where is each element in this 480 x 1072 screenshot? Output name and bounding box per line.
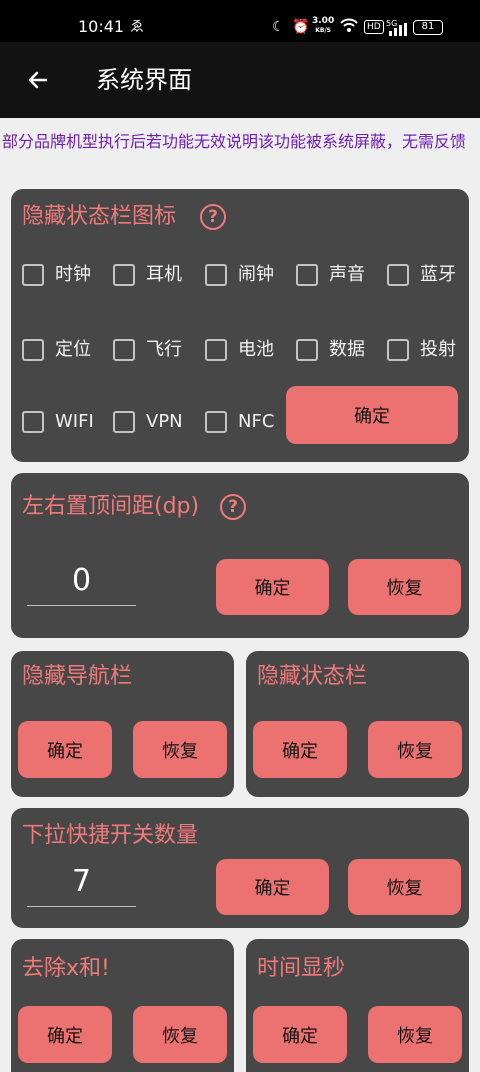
help-icon[interactable]: ? bbox=[220, 494, 246, 520]
checkbox-box[interactable] bbox=[296, 264, 318, 286]
confirm-button[interactable]: 确定 bbox=[216, 859, 329, 915]
moon-icon: ☾ bbox=[272, 19, 285, 35]
checkbox-bluetooth[interactable]: 蓝牙 bbox=[387, 262, 456, 288]
checkbox-data[interactable]: 数据 bbox=[296, 337, 365, 363]
checkbox-box[interactable] bbox=[113, 411, 135, 433]
margin-input[interactable]: 0 bbox=[27, 561, 136, 601]
arrow-left-icon[interactable] bbox=[22, 64, 54, 96]
hide-statusbar-card: 隐藏状态栏 确定 恢复 bbox=[246, 651, 469, 797]
checkbox-box[interactable] bbox=[113, 264, 135, 286]
status-time: 10:41 bbox=[78, 17, 125, 36]
notice-text: 部分品牌机型执行后若功能无效说明该功能被系统屏蔽，无需反馈 bbox=[2, 132, 467, 151]
restore-button[interactable]: 恢复 bbox=[348, 559, 461, 615]
checkbox-box[interactable] bbox=[296, 339, 318, 361]
status-bar: 10:41 ゑ ☾ ⏰ 3.00 KB/S HD 5G 81 bbox=[0, 0, 480, 42]
checkbox-clock[interactable]: 时钟 bbox=[22, 262, 91, 288]
battery-indicator: 81 bbox=[413, 20, 443, 35]
checkbox-location[interactable]: 定位 bbox=[22, 337, 91, 363]
checkbox-headset[interactable]: 耳机 bbox=[113, 262, 182, 288]
confirm-button[interactable]: 确定 bbox=[253, 721, 347, 778]
checkbox-box[interactable] bbox=[387, 339, 409, 361]
quick-count-input[interactable]: 7 bbox=[27, 862, 136, 902]
confirm-button[interactable]: 确定 bbox=[253, 1006, 347, 1063]
top-margin-card: 左右置顶间距(dp) ? 0 确定 恢复 bbox=[11, 473, 469, 638]
app-toolbar: 系统界面 bbox=[0, 42, 480, 118]
checkbox-box[interactable] bbox=[113, 339, 135, 361]
page-title: 系统界面 bbox=[96, 66, 192, 94]
checkbox-sound[interactable]: 声音 bbox=[296, 262, 365, 288]
card-title: 左右置顶间距(dp) bbox=[22, 494, 200, 519]
hd-icon: HD bbox=[364, 20, 384, 34]
card-title: 隐藏导航栏 bbox=[22, 664, 133, 689]
restore-button[interactable]: 恢复 bbox=[368, 1006, 462, 1063]
show-seconds-card: 时间显秒 确定 恢复 bbox=[246, 939, 469, 1072]
checkbox-airplane[interactable]: 飞行 bbox=[113, 337, 182, 363]
alarm-icon: ⏰ bbox=[292, 19, 310, 35]
checkbox-box[interactable] bbox=[22, 264, 44, 286]
card-title: 下拉快捷开关数量 bbox=[22, 823, 199, 848]
hide-status-icons-card: 隐藏状态栏图标 ? 时钟 耳机 闹钟 声音 蓝牙 定位 飞行 电池 数据 投射 … bbox=[11, 189, 469, 462]
checkbox-box[interactable] bbox=[387, 264, 409, 286]
signal-icon bbox=[388, 22, 408, 42]
checkbox-box[interactable] bbox=[205, 339, 227, 361]
quick-tiles-count-card: 下拉快捷开关数量 7 确定 恢复 bbox=[11, 808, 469, 928]
checkbox-battery[interactable]: 电池 bbox=[205, 337, 274, 363]
network-speed: 3.00 KB/S bbox=[312, 16, 335, 35]
checkbox-box[interactable] bbox=[205, 411, 227, 433]
restore-button[interactable]: 恢复 bbox=[368, 721, 462, 778]
checkbox-alarm[interactable]: 闹钟 bbox=[205, 262, 274, 288]
checkbox-box[interactable] bbox=[22, 411, 44, 433]
card-title: 时间显秒 bbox=[257, 956, 346, 981]
checkbox-vpn[interactable]: VPN bbox=[113, 409, 183, 435]
confirm-button[interactable]: 确定 bbox=[18, 1006, 112, 1063]
input-underline bbox=[27, 605, 136, 606]
checkbox-wifi[interactable]: WIFI bbox=[22, 409, 94, 435]
confirm-button[interactable]: 确定 bbox=[286, 386, 458, 444]
input-underline bbox=[27, 906, 136, 907]
notification-icon: ゑ bbox=[130, 19, 144, 35]
checkbox-box[interactable] bbox=[205, 264, 227, 286]
wifi-icon bbox=[340, 17, 358, 39]
card-title: 隐藏状态栏 bbox=[257, 664, 368, 689]
card-title: 隐藏状态栏图标 bbox=[22, 204, 177, 229]
checkbox-cast[interactable]: 投射 bbox=[387, 337, 456, 363]
confirm-button[interactable]: 确定 bbox=[216, 559, 329, 615]
hide-navbar-card: 隐藏导航栏 确定 恢复 bbox=[11, 651, 234, 797]
confirm-button[interactable]: 确定 bbox=[18, 721, 112, 778]
help-icon[interactable]: ? bbox=[200, 204, 226, 230]
remove-x-card: 去除x和! 确定 恢复 bbox=[11, 939, 234, 1072]
restore-button[interactable]: 恢复 bbox=[348, 859, 461, 915]
checkbox-nfc[interactable]: NFC bbox=[205, 409, 274, 435]
checkbox-box[interactable] bbox=[22, 339, 44, 361]
restore-button[interactable]: 恢复 bbox=[133, 1006, 227, 1063]
restore-button[interactable]: 恢复 bbox=[133, 721, 227, 778]
card-title: 去除x和! bbox=[22, 956, 110, 981]
